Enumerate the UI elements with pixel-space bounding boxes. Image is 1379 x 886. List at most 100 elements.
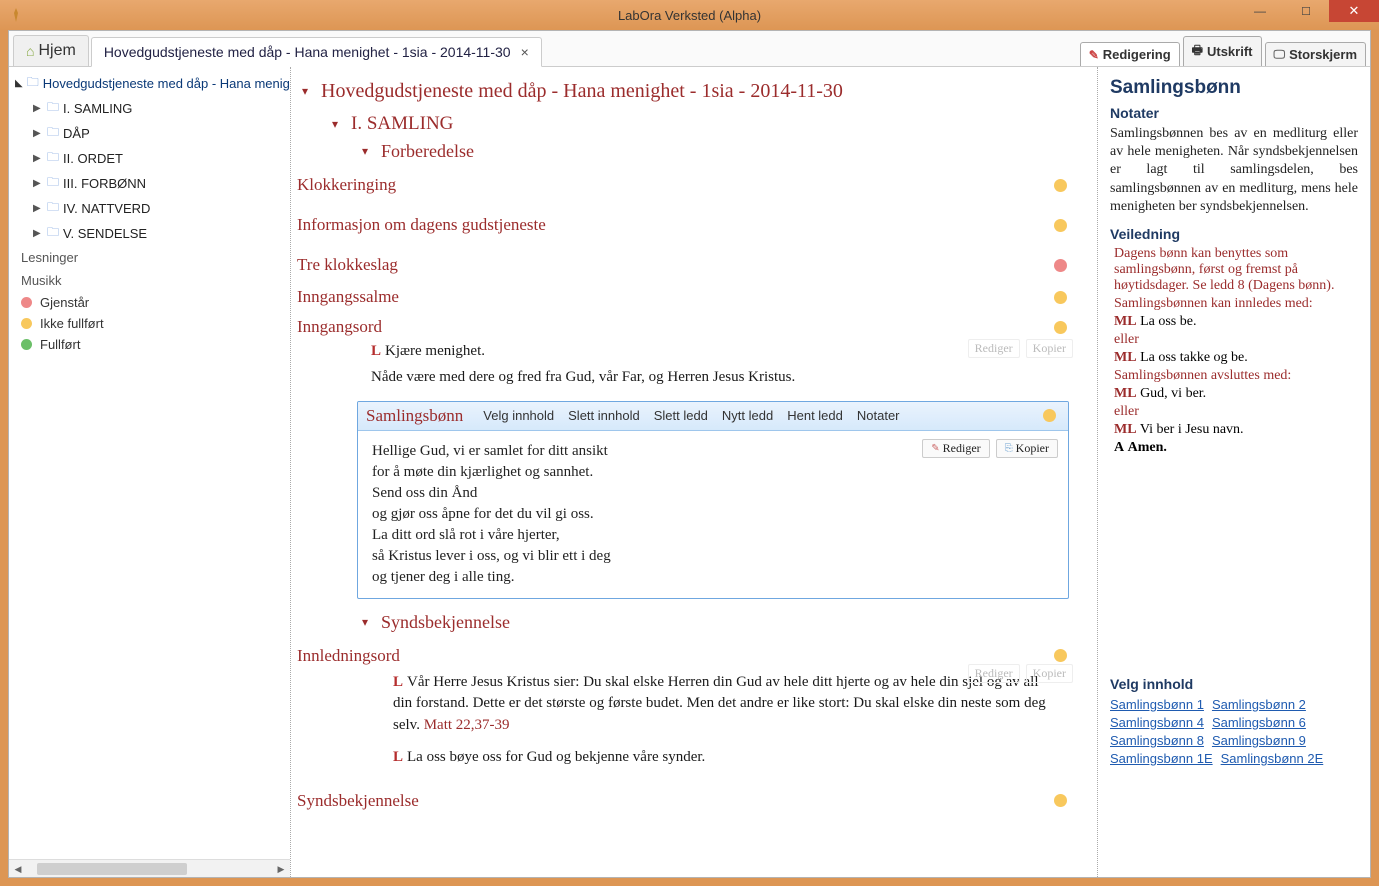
tab-storskjerm[interactable]: 🖵Storskjerm [1265,42,1367,66]
window: LabOra Verksted (Alpha) ⌂ Hjem Hovedguds… [0,0,1379,886]
legend-done: Fullført [13,334,286,355]
rp-sub-veiledning: Veiledning [1110,226,1358,242]
act-slett-innhold[interactable]: Slett innhold [568,408,640,423]
guide-line: eller [1114,404,1358,420]
scroll-thumb[interactable] [37,863,187,875]
tab-home-label: Hjem [38,42,75,60]
l-prefix: L [371,343,381,359]
collapse-icon[interactable]: ◣ [15,78,23,89]
link-samlingsbonn-2e[interactable]: Samlingsbønn 2E [1221,751,1324,766]
status-dot-icon [1054,291,1067,304]
rediger-button[interactable]: ✎Rediger [922,439,989,458]
tree-root[interactable]: ◣ 🗀 Hovedgudstjeneste med dåp - Hana men… [13,71,286,96]
section-syndsbekjennelse[interactable]: ▾ Syndsbekjennelse [297,609,1085,636]
tab-bar: ⌂ Hjem Hovedgudstjeneste med dåp - Hana … [9,31,1370,67]
edit-icon: ✎ [1089,48,1099,62]
act-velg-innhold[interactable]: Velg innhold [483,408,554,423]
green-dot-icon [21,339,32,350]
tree-item-ordet[interactable]: ▶🗀II. ORDET [31,146,286,171]
scroll-track[interactable] [27,863,272,875]
guide-line: ML Gud, vi ber. [1114,386,1358,402]
close-button[interactable] [1329,0,1379,22]
legend-remain: Gjenstår [13,292,286,313]
section-samling[interactable]: ▾ I. SAMLING [297,110,1085,138]
link-samlingsbonn-1[interactable]: Samlingsbønn 1 [1110,697,1204,712]
tree-item-nattverd[interactable]: ▶🗀IV. NATTVERD [31,196,286,221]
expand-icon[interactable]: ▶ [33,178,43,189]
collapse-icon[interactable]: ▾ [357,144,373,159]
inline-action-buttons: Rediger Kopier [968,339,1073,358]
side-lesninger[interactable]: Lesninger [13,246,286,269]
act-slett-ledd[interactable]: Slett ledd [654,408,708,423]
folder-icon: 🗀 [47,198,59,219]
link-samlingsbonn-6[interactable]: Samlingsbønn 6 [1212,715,1306,730]
item-inngangssalme[interactable]: Inngangssalme [297,285,1085,311]
tab-close-icon[interactable]: × [521,44,529,60]
rediger-button-ghost[interactable]: Rediger [968,339,1020,358]
collapse-icon[interactable]: ▾ [297,84,313,99]
veiledning-body: Dagens bønn kan benyttes som samlingsbøn… [1110,246,1358,456]
document-pane: ▾ Hovedgudstjeneste med dåp - Hana menig… [291,67,1098,877]
item-inngangsord[interactable]: Inngangsord [297,311,1085,339]
status-dot-icon [1054,794,1067,807]
tree-item-samling[interactable]: ▶🗀I. SAMLING [31,96,286,121]
maximize-button[interactable] [1283,0,1329,22]
tree-item-sendelse[interactable]: ▶🗀V. SENDELSE [31,221,286,246]
expand-icon[interactable]: ▶ [33,228,43,239]
screen-icon: 🖵 [1274,47,1286,62]
status-dot-icon [1043,409,1056,422]
collapse-icon[interactable]: ▾ [357,615,373,630]
collapse-icon[interactable]: ▾ [327,117,343,132]
right-tab-group: ✎Redigering 🖶Utskrift 🖵Storskjerm [1077,36,1370,66]
item-klokkeringing[interactable]: Klokkeringing [297,165,1085,205]
tree-root-label: Hovedgudstjeneste med dåp - Hana menighe… [43,76,290,91]
tree-item-dap[interactable]: ▶🗀DÅP [31,121,286,146]
innled-body: Rediger Kopier LVår Herre Jesus Kristus … [297,670,1085,771]
expand-icon[interactable]: ▶ [33,128,43,139]
act-notater[interactable]: Notater [857,408,900,423]
minimize-button[interactable] [1237,0,1283,22]
tab-document-label: Hovedgudstjeneste med dåp - Hana menighe… [104,44,511,60]
sidebar: ◣ 🗀 Hovedgudstjeneste med dåp - Hana men… [9,67,291,877]
link-samlingsbonn-9[interactable]: Samlingsbønn 9 [1212,733,1306,748]
kopier-button-ghost[interactable]: Kopier [1026,339,1073,358]
section-forberedelse[interactable]: ▾ Forberedelse [297,138,1085,165]
sel-body: ✎Rediger ⎘Kopier Hellige Gud, vi er saml… [358,431,1068,598]
status-dot-icon [1054,649,1067,662]
tab-redigering[interactable]: ✎Redigering [1080,42,1180,66]
kopier-button-ghost[interactable]: Kopier [1026,664,1073,683]
tree-item-forbonn[interactable]: ▶🗀III. FORBØNN [31,171,286,196]
guide-line: A Amen. [1114,440,1358,456]
sel-line: Send oss din Ånd [372,483,1054,504]
tab-home[interactable]: ⌂ Hjem [13,35,89,66]
item-syndsbekjennelse-sub[interactable]: Syndsbekjennelse [297,771,1085,821]
link-samlingsbonn-4[interactable]: Samlingsbønn 4 [1110,715,1204,730]
red-dot-icon [21,297,32,308]
link-samlingsbonn-1e[interactable]: Samlingsbønn 1E [1110,751,1213,766]
section-h1: I. SAMLING [351,113,453,135]
expand-icon[interactable]: ▶ [33,153,43,164]
folder-icon: 🗀 [47,173,59,194]
link-samlingsbonn-2[interactable]: Samlingsbønn 2 [1212,697,1306,712]
kopier-button[interactable]: ⎘Kopier [996,439,1058,458]
expand-icon[interactable]: ▶ [33,203,43,214]
tree: ◣ 🗀 Hovedgudstjeneste med dåp - Hana men… [9,67,290,859]
sidebar-h-scrollbar[interactable]: ◀ ▶ [9,859,290,877]
item-info[interactable]: Informasjon om dagens gudstjeneste [297,205,1085,245]
expand-icon[interactable]: ▶ [33,103,43,114]
rp-sub-notater: Notater [1110,105,1358,121]
rediger-button-ghost[interactable]: Rediger [968,664,1020,683]
status-dot-icon [1054,219,1067,232]
scroll-right-icon[interactable]: ▶ [272,861,290,877]
act-hent-ledd[interactable]: Hent ledd [787,408,843,423]
tab-document[interactable]: Hovedgudstjeneste med dåp - Hana menighe… [91,37,542,67]
guide-line: Dagens bønn kan benyttes som samlingsbøn… [1114,246,1358,294]
item-treklokkeslag[interactable]: Tre klokkeslag [297,245,1085,285]
act-nytt-ledd[interactable]: Nytt ledd [722,408,773,423]
body-paragraph: LLa oss bøye oss for Gud og bekjenne vår… [393,745,1055,771]
scroll-left-icon[interactable]: ◀ [9,861,27,877]
link-samlingsbonn-8[interactable]: Samlingsbønn 8 [1110,733,1204,748]
side-musikk[interactable]: Musikk [13,269,286,292]
section-h2: Syndsbekjennelse [381,612,510,633]
tab-utskrift[interactable]: 🖶Utskrift [1183,36,1262,66]
